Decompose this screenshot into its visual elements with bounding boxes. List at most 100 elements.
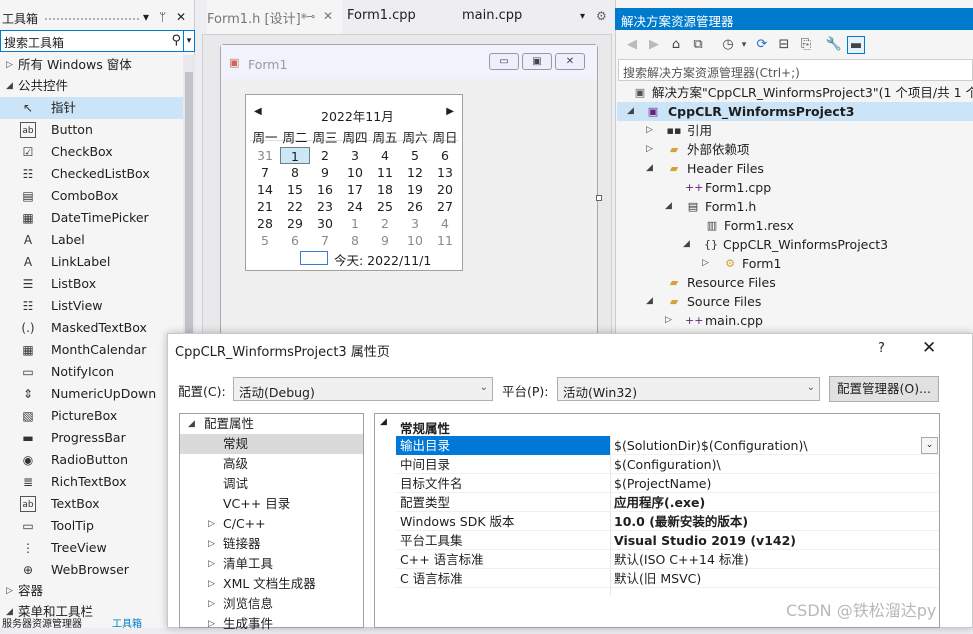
calendar-day[interactable]: 25	[370, 198, 400, 215]
toolbox-item[interactable]: ☷ CheckedListBox	[0, 163, 183, 185]
toolbox-item[interactable]: ☰ ListBox	[0, 273, 183, 295]
property-value[interactable]: $(ProjectName)	[614, 474, 711, 493]
tab-list-dropdown-icon[interactable]: ▾	[580, 11, 585, 31]
search-options-dropdown[interactable]: ▾	[183, 30, 195, 52]
calendar-day[interactable]: 28	[250, 215, 280, 232]
home-icon[interactable]: ⌂	[667, 36, 685, 54]
property-row[interactable]: Windows SDK 版本 10.0 (最新安装的版本)	[396, 512, 939, 531]
category-tree-item[interactable]: VC++ 目录	[180, 494, 363, 514]
expand-arrow-icon[interactable]: ▷	[208, 534, 215, 554]
calendar-day[interactable]: 3	[400, 215, 430, 232]
expand-arrow-icon[interactable]: ▷	[665, 311, 672, 330]
next-month-icon[interactable]: ▶	[446, 106, 454, 117]
property-value[interactable]: 默认(ISO C++14 标准)	[614, 550, 749, 569]
property-value[interactable]: $(SolutionDir)$(Configuration)\	[614, 436, 808, 455]
expand-arrow-icon[interactable]: ▷	[6, 54, 13, 76]
expand-arrow-icon[interactable]: ▷	[208, 594, 215, 614]
tab-server-explorer[interactable]: 服务器资源管理器	[2, 620, 82, 630]
category-tree-item[interactable]: ▷ C/C++	[180, 514, 363, 534]
switch-views-icon[interactable]: ⧉	[689, 36, 707, 54]
calendar-month-label[interactable]: 2022年11月	[321, 106, 394, 125]
collapse-arrow-icon[interactable]: ◢	[627, 102, 634, 121]
tab-toolbox[interactable]: 工具箱	[112, 620, 142, 630]
property-group-header[interactable]: ◢ 常规属性	[375, 416, 939, 436]
search-icon[interactable]: ⚲	[171, 33, 181, 48]
collapse-arrow-icon[interactable]: ◢	[188, 414, 195, 434]
gear-icon[interactable]: ⚙	[596, 9, 607, 29]
toolbox-item[interactable]: ⇕ NumericUpDown	[0, 383, 183, 405]
calendar-day[interactable]: 23	[310, 198, 340, 215]
calendar-day[interactable]: 7	[310, 232, 340, 249]
toolbox-item[interactable]: A LinkLabel	[0, 251, 183, 273]
calendar-day[interactable]: 11	[430, 232, 460, 249]
dropdown-arrow-icon[interactable]: ▾	[735, 36, 753, 54]
calendar-day[interactable]: 6	[280, 232, 310, 249]
calendar-day[interactable]: 18	[370, 181, 400, 198]
expand-arrow-icon[interactable]: ▷	[646, 140, 653, 159]
toolbox-item[interactable]: ▦ DateTimePicker	[0, 207, 183, 229]
forward-icon[interactable]: ▶	[645, 36, 663, 54]
today-link[interactable]: 今天: 2022/11/1	[334, 250, 431, 269]
property-value[interactable]: Visual Studio 2019 (v142)	[614, 531, 796, 550]
calendar-day[interactable]: 11	[370, 164, 400, 181]
calendar-day[interactable]: 29	[280, 215, 310, 232]
collapse-arrow-icon[interactable]: ◢	[646, 159, 653, 178]
expand-arrow-icon[interactable]: ▷	[702, 254, 709, 273]
solution-tree-row[interactable]: ▷ ▰ 外部依赖项	[617, 140, 973, 159]
calendar-day[interactable]: 21	[250, 198, 280, 215]
toolbox-item[interactable]: ▤ ComboBox	[0, 185, 183, 207]
calendar-day[interactable]: 16	[310, 181, 340, 198]
solution-tree-row[interactable]: ◢ ▣ CppCLR_WinformsProject3	[617, 102, 973, 121]
expand-arrow-icon[interactable]: ▷	[646, 121, 653, 140]
solution-tree-row[interactable]: ++ Form1.cpp	[617, 178, 973, 197]
property-row[interactable]: C 语言标准 默认(旧 MSVC)	[396, 569, 939, 588]
expand-arrow-icon[interactable]: ▷	[208, 554, 215, 574]
calendar-day[interactable]: 12	[400, 164, 430, 181]
solution-tree-row[interactable]: ▣ 解决方案"CppCLR_WinformsProject3"(1 个项目/共 1…	[617, 83, 973, 102]
property-value[interactable]: $(Configuration)\	[614, 455, 721, 474]
calendar-day[interactable]: 5	[400, 147, 430, 164]
close-icon[interactable]: ✕	[922, 338, 936, 358]
category-tree-item[interactable]: ▷ 浏览信息	[180, 594, 363, 614]
calendar-day[interactable]: 30	[310, 215, 340, 232]
calendar-day[interactable]: 8	[280, 164, 310, 181]
toolbox-item[interactable]: ☷ ListView	[0, 295, 183, 317]
calendar-day[interactable]: 15	[280, 181, 310, 198]
close-tab-icon[interactable]: ✕	[323, 9, 333, 29]
sync-icon[interactable]: ⟳	[753, 36, 771, 54]
category-tree-item[interactable]: 调试	[180, 474, 363, 494]
property-row[interactable]: 目标文件名 $(ProjectName)	[396, 474, 939, 493]
toolbox-item[interactable]: ▦ MonthCalendar	[0, 339, 183, 361]
calendar-day[interactable]: 27	[430, 198, 460, 215]
calendar-day[interactable]: 19	[400, 181, 430, 198]
category-tree-item[interactable]: ▷ 清单工具	[180, 554, 363, 574]
month-calendar[interactable]: ◀ 2022年11月 ▶ 周一 周二 周三 周四 周五 周六 周日 31 1 2 3 4 5 6 7 8 9 10…	[245, 94, 463, 271]
collapse-arrow-icon[interactable]: ◢	[380, 417, 387, 427]
toolbox-item[interactable]: ▭ ToolTip	[0, 515, 183, 537]
close-icon[interactable]: ✕	[176, 10, 186, 24]
toolbox-item[interactable]: ◉ RadioButton	[0, 449, 183, 471]
resize-handle[interactable]	[596, 195, 602, 201]
category-tree-item[interactable]: ▷ 链接器	[180, 534, 363, 554]
toolbox-item[interactable]: ≣ RichTextBox	[0, 471, 183, 493]
property-row[interactable]: C++ 语言标准 默认(ISO C++14 标准)	[396, 550, 939, 569]
toolbox-item[interactable]: ▧ PictureBox	[0, 405, 183, 427]
properties-icon[interactable]: 🔧	[825, 36, 843, 54]
calendar-day[interactable]: 6	[430, 147, 460, 164]
prev-month-icon[interactable]: ◀	[254, 106, 262, 117]
toolbox-group-common[interactable]: ◢ 公共控件	[0, 75, 183, 97]
property-value[interactable]: 默认(旧 MSVC)	[614, 569, 701, 588]
calendar-day[interactable]: 8	[340, 232, 370, 249]
toolbox-item[interactable]: ab Button	[0, 119, 183, 141]
calendar-day[interactable]: 31	[250, 147, 280, 164]
calendar-day[interactable]: 2	[310, 147, 340, 164]
category-tree-item[interactable]: ◢ 配置属性	[180, 414, 363, 434]
solution-tree-row[interactable]: ◢ ▰ Header Files	[617, 159, 973, 178]
solution-tree-row[interactable]: ◢ ▤ Form1.h	[617, 197, 973, 216]
dropdown-arrow-icon[interactable]: ▾	[143, 10, 149, 24]
expand-arrow-icon[interactable]: ▷	[208, 514, 215, 534]
calendar-day[interactable]: 7	[250, 164, 280, 181]
expand-arrow-icon[interactable]: ▷	[6, 580, 13, 602]
toolbox-item[interactable]: ▭ NotifyIcon	[0, 361, 183, 383]
property-row[interactable]: 平台工具集 Visual Studio 2019 (v142)	[396, 531, 939, 550]
